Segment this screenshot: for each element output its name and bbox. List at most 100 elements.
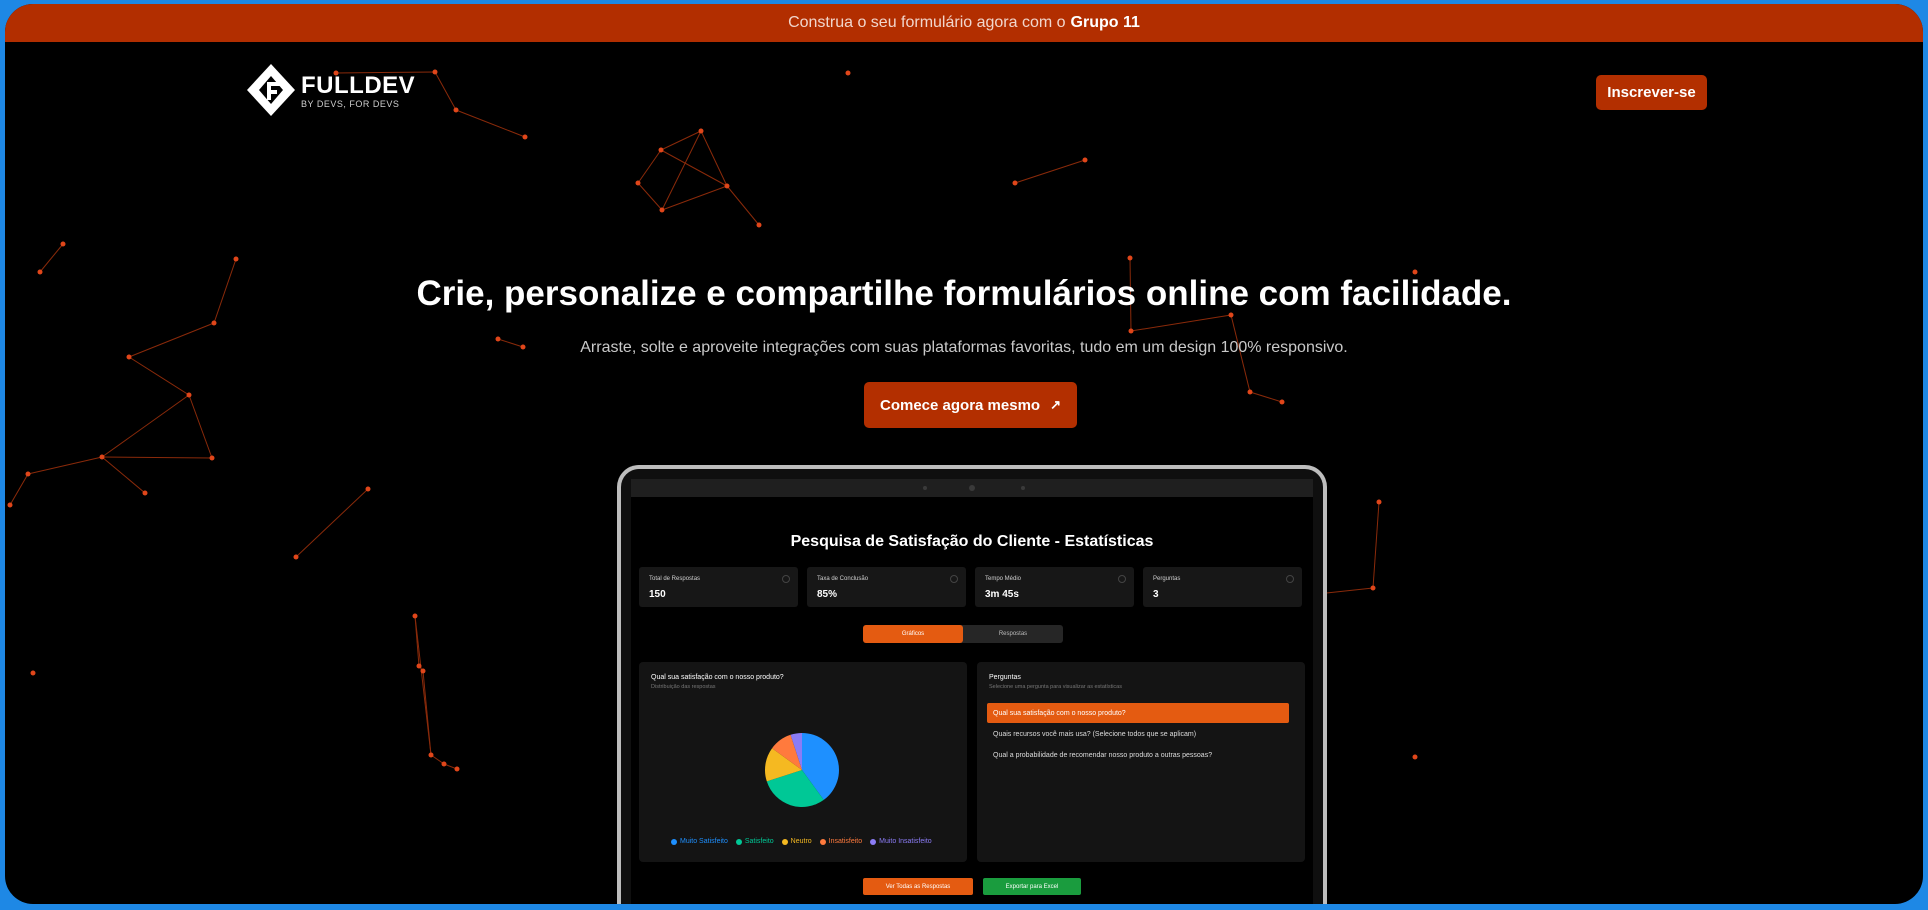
network-node	[293, 554, 299, 560]
question-item[interactable]: Qual sua satisfação com o nosso produto?	[987, 703, 1289, 723]
network-node	[659, 207, 665, 213]
stat-value: 3m 45s	[985, 589, 1019, 600]
logo[interactable]: FULLDEV BY DEVS, FOR DEVS	[245, 62, 415, 120]
network-line	[188, 394, 213, 459]
chart-subtitle: Distribuição das respostas	[651, 684, 716, 690]
network-node	[233, 256, 239, 262]
export-excel-button[interactable]: Exportar para Excel	[983, 878, 1081, 895]
network-node	[724, 183, 730, 189]
legend-dot-icon	[735, 838, 742, 845]
network-node	[454, 766, 460, 772]
legend-label: Muito Satisfeito	[680, 838, 728, 845]
page-frame: Construa o seu formulário agora com o Gr…	[5, 4, 1923, 904]
announcement-highlight: Grupo 11	[1070, 14, 1140, 31]
network-node	[1370, 585, 1376, 591]
hero-subtitle: Arraste, solte e aproveite integrações c…	[580, 339, 1348, 356]
get-started-label: Comece agora mesmo	[880, 396, 1041, 414]
legend-dot-icon	[870, 838, 877, 845]
network-node	[60, 241, 66, 247]
network-line	[1249, 391, 1283, 403]
network-node	[186, 392, 192, 398]
stat-card-total: Total de Respostas 150	[639, 567, 798, 607]
tab-respostas[interactable]: Respostas	[963, 625, 1063, 643]
network-node	[1247, 389, 1253, 395]
network-line	[726, 185, 760, 226]
network-line	[39, 243, 64, 273]
chart-title: Qual sua satisfação com o nosso produto?	[651, 674, 784, 681]
network-node	[698, 128, 704, 134]
legend-item: Muito Insatisfeito	[870, 838, 932, 845]
stat-label: Tempo Médio	[985, 576, 1022, 582]
questions-title: Perguntas	[989, 674, 1021, 681]
network-node	[1127, 255, 1133, 261]
network-node	[1128, 328, 1134, 334]
stat-card-questions: Perguntas 3	[1143, 567, 1302, 607]
network-line	[1014, 159, 1086, 184]
stat-icon	[1118, 575, 1126, 583]
chart-legend: Muito Satisfeito Satisfeito Neutro Insatisf…	[671, 838, 932, 845]
logo-name: FULLDEV	[301, 71, 416, 99]
stat-label: Perguntas	[1153, 576, 1181, 582]
stat-icon	[1286, 575, 1294, 583]
network-line	[660, 149, 728, 187]
laptop-camera-bar	[631, 479, 1313, 497]
network-node	[453, 107, 459, 113]
stat-icon	[950, 575, 958, 583]
stat-card-time: Tempo Médio 3m 45s	[975, 567, 1134, 607]
network-node	[658, 147, 664, 153]
question-item[interactable]: Quais recursos você mais usa? (Selecione…	[987, 724, 1289, 744]
network-line	[414, 615, 432, 756]
network-line	[1130, 314, 1232, 332]
logo-tagline: BY DEVS, FOR DEVS	[301, 98, 400, 109]
network-line	[27, 456, 103, 475]
legend-dot-icon	[781, 838, 788, 845]
dashboard-screen: Pesquisa de Satisfação do Cliente - Esta…	[631, 497, 1313, 904]
network-line	[455, 109, 526, 138]
fulldev-logo-icon	[247, 64, 295, 116]
network-node	[428, 752, 434, 758]
network-node	[1082, 157, 1088, 163]
get-started-button[interactable]: Comece agora mesmo ↗	[864, 382, 1077, 428]
signup-button[interactable]: Inscrever-se	[1596, 75, 1707, 110]
legend-label: Neutro	[790, 838, 812, 845]
network-node	[412, 613, 418, 619]
stat-label: Total de Respostas	[649, 576, 701, 582]
questions-subtitle: Selecione uma pergunta para visualizar a…	[989, 684, 1122, 690]
legend-label: Satisfeito	[744, 838, 774, 845]
tab-graficos[interactable]: Gráficos	[863, 625, 963, 643]
dashboard-title: Pesquisa de Satisfação do Cliente - Esta…	[790, 533, 1154, 550]
network-node	[7, 502, 13, 508]
pie-chart	[765, 733, 839, 807]
network-line	[700, 130, 728, 187]
network-line	[101, 456, 213, 459]
legend-dot-icon	[819, 838, 826, 845]
legend-item: Neutro	[781, 838, 812, 845]
dashboard-tabs: Gráficos Respostas	[863, 625, 1063, 643]
network-node	[756, 222, 762, 228]
questions-panel: Perguntas Selecione uma pergunta para vi…	[977, 662, 1305, 862]
laptop-mockup: Pesquisa de Satisfação do Cliente - Esta…	[617, 465, 1327, 904]
network-node	[99, 454, 105, 460]
network-node	[522, 134, 528, 140]
network-node	[25, 471, 31, 477]
network-node	[1012, 180, 1018, 186]
question-item[interactable]: Qual a probabilidade de recomendar nosso…	[987, 745, 1289, 765]
network-line	[128, 356, 190, 396]
chart-panel: Qual sua satisfação com o nosso produto?…	[639, 662, 967, 862]
network-node	[365, 486, 371, 492]
camera-dot-icon	[923, 486, 927, 490]
network-node	[30, 670, 36, 676]
view-all-responses-button[interactable]: Ver Todas as Respostas	[863, 878, 973, 895]
legend-dot-icon	[671, 838, 677, 845]
announcement-text: Construa o seu formulário agora com o	[788, 14, 1066, 31]
network-line	[101, 456, 146, 494]
legend-label: Insatisfeito	[828, 838, 863, 845]
camera-dot-icon	[1021, 486, 1025, 490]
network-line	[9, 473, 29, 506]
network-node	[635, 180, 641, 186]
stat-value: 85%	[817, 589, 838, 600]
network-node	[1376, 499, 1382, 505]
network-node	[1412, 754, 1418, 760]
network-line	[637, 149, 662, 184]
network-node	[209, 455, 215, 461]
